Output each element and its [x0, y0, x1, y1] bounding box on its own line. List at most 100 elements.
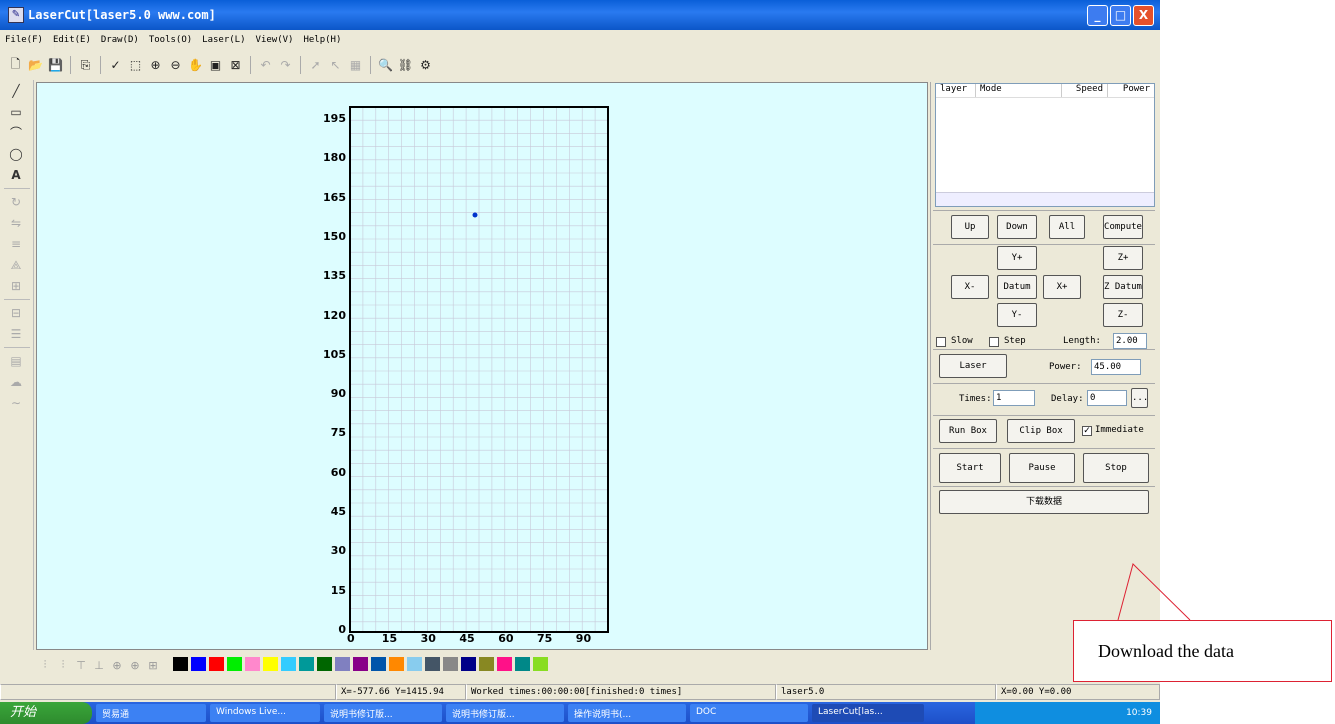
maximize-button[interactable]: □ — [1110, 5, 1131, 26]
zoom-out-icon[interactable]: ⊖ — [166, 56, 185, 75]
taskbar-item[interactable]: 操作说明书(... — [568, 704, 686, 722]
taskbar-item[interactable]: 说明书修订版... — [324, 704, 442, 722]
color-swatch[interactable] — [389, 657, 404, 671]
menu-help[interactable]: Help(H) — [298, 33, 346, 51]
grid-tool-icon[interactable]: ⊞ — [6, 276, 26, 296]
color-swatch[interactable] — [245, 657, 260, 671]
new-file-icon[interactable]: 🗋 — [6, 56, 25, 75]
delay-input[interactable] — [1087, 390, 1127, 406]
color-swatch[interactable] — [191, 657, 206, 671]
group-tool-icon[interactable]: ⊟ — [6, 303, 26, 323]
color-swatch[interactable] — [173, 657, 188, 671]
distribute-tool-icon[interactable]: ☰ — [6, 324, 26, 344]
color-swatch[interactable] — [479, 657, 494, 671]
align-bottom-icon[interactable]: ⊥ — [92, 659, 106, 672]
align-right-icon[interactable]: ⫶ — [56, 658, 70, 672]
z-minus-button[interactable]: Z- — [1103, 303, 1143, 327]
preview-icon[interactable]: 🔍 — [376, 56, 395, 75]
menu-laser[interactable]: Laser(L) — [197, 33, 250, 51]
menu-edit[interactable]: Edit(E) — [48, 33, 96, 51]
menu-draw[interactable]: Draw(D) — [96, 33, 144, 51]
settings-icon[interactable]: ⚙ — [416, 56, 435, 75]
color-swatch[interactable] — [209, 657, 224, 671]
color-swatch[interactable] — [281, 657, 296, 671]
menu-view[interactable]: View(V) — [251, 33, 299, 51]
color-swatch[interactable] — [263, 657, 278, 671]
pan-hand-icon[interactable]: ✋ — [186, 56, 205, 75]
align-center-h-icon[interactable]: ⊕ — [128, 659, 142, 672]
save-icon[interactable]: 💾 — [46, 56, 65, 75]
color-swatch[interactable] — [299, 657, 314, 671]
align-left-icon[interactable]: ⫶ — [38, 658, 52, 672]
taskbar-item-active[interactable]: LaserCut[las... — [812, 704, 924, 722]
power-col-header[interactable]: Power — [1108, 84, 1154, 97]
color-swatch[interactable] — [335, 657, 350, 671]
slow-checkbox[interactable] — [936, 337, 946, 347]
mode-col-header[interactable]: Mode — [976, 84, 1062, 97]
x-plus-button[interactable]: X+ — [1043, 275, 1081, 299]
line-tool-icon[interactable]: ╱ — [6, 81, 26, 101]
close-button[interactable]: X — [1133, 5, 1154, 26]
taskbar-item[interactable]: DOC — [690, 704, 808, 722]
ruler-tool-icon[interactable]: ▤ — [6, 351, 26, 371]
stop-button[interactable]: Stop — [1083, 453, 1149, 483]
color-swatch[interactable] — [533, 657, 548, 671]
power-input[interactable] — [1091, 359, 1141, 375]
length-input[interactable] — [1113, 333, 1147, 349]
align-tool-icon[interactable]: ≡ — [6, 234, 26, 254]
y-plus-button[interactable]: Y+ — [997, 246, 1037, 270]
import-icon[interactable]: ⎘ — [76, 56, 95, 75]
z-datum-button[interactable]: Z Datum — [1103, 275, 1143, 299]
laser-button[interactable]: Laser — [939, 354, 1007, 378]
path-icon[interactable]: ➚ — [306, 56, 325, 75]
step-checkbox[interactable] — [989, 337, 999, 347]
zoom-page-icon[interactable]: ▣ — [206, 56, 225, 75]
select-icon[interactable]: ⬚ — [126, 56, 145, 75]
color-swatch[interactable] — [353, 657, 368, 671]
check-icon[interactable]: ✓ — [106, 56, 125, 75]
up-button[interactable]: Up — [951, 215, 989, 239]
layer-col-header[interactable]: layer — [936, 84, 976, 97]
color-swatch[interactable] — [371, 657, 386, 671]
layer-table[interactable]: layer Mode Speed Power — [935, 83, 1155, 207]
run-box-button[interactable]: Run Box — [939, 419, 997, 443]
immediate-checkbox[interactable]: ✓ — [1082, 426, 1092, 436]
z-plus-button[interactable]: Z+ — [1103, 246, 1143, 270]
x-minus-button[interactable]: X- — [951, 275, 989, 299]
compute-button[interactable]: Compute — [1103, 215, 1143, 239]
all-button[interactable]: All — [1049, 215, 1085, 239]
delay-more-button[interactable]: ... — [1131, 388, 1148, 408]
speed-col-header[interactable]: Speed — [1062, 84, 1108, 97]
taskbar-item[interactable]: Windows Live... — [210, 704, 320, 722]
text-tool-icon[interactable]: A — [6, 165, 26, 185]
color-swatch[interactable] — [425, 657, 440, 671]
color-swatch[interactable] — [515, 657, 530, 671]
zoom-fit-icon[interactable]: ⊠ — [226, 56, 245, 75]
align-center-icon[interactable]: ⊞ — [146, 659, 160, 672]
align-top-icon[interactable]: ⊤ — [74, 659, 88, 672]
minimize-button[interactable]: _ — [1087, 5, 1108, 26]
align-center-v-icon[interactable]: ⊕ — [110, 659, 124, 672]
start-button[interactable]: Start — [939, 453, 1001, 483]
smooth-tool-icon[interactable]: ☁ — [6, 372, 26, 392]
y-minus-button[interactable]: Y- — [997, 303, 1037, 327]
node-icon[interactable]: ↖ — [326, 56, 345, 75]
menu-tools[interactable]: Tools(O) — [144, 33, 197, 51]
down-button[interactable]: Down — [997, 215, 1037, 239]
mirror-tool-icon[interactable]: ⇋ — [6, 213, 26, 233]
color-swatch[interactable] — [461, 657, 476, 671]
clip-box-button[interactable]: Clip Box — [1007, 419, 1075, 443]
horizontal-scrollbar[interactable] — [936, 192, 1154, 206]
undo-icon[interactable]: ↶ — [256, 56, 275, 75]
color-swatch[interactable] — [317, 657, 332, 671]
distort-tool-icon[interactable]: ⟁ — [6, 255, 26, 275]
curve-tool-icon[interactable]: ∼ — [6, 393, 26, 413]
times-input[interactable] — [993, 390, 1035, 406]
download-data-button[interactable]: 下载数据 — [939, 490, 1149, 514]
color-swatch[interactable] — [407, 657, 422, 671]
zoom-in-icon[interactable]: ⊕ — [146, 56, 165, 75]
color-swatch[interactable] — [227, 657, 242, 671]
laser-output-icon[interactable]: ⛓ — [396, 56, 415, 75]
redo-icon[interactable]: ↷ — [276, 56, 295, 75]
datum-button[interactable]: Datum — [997, 275, 1037, 299]
